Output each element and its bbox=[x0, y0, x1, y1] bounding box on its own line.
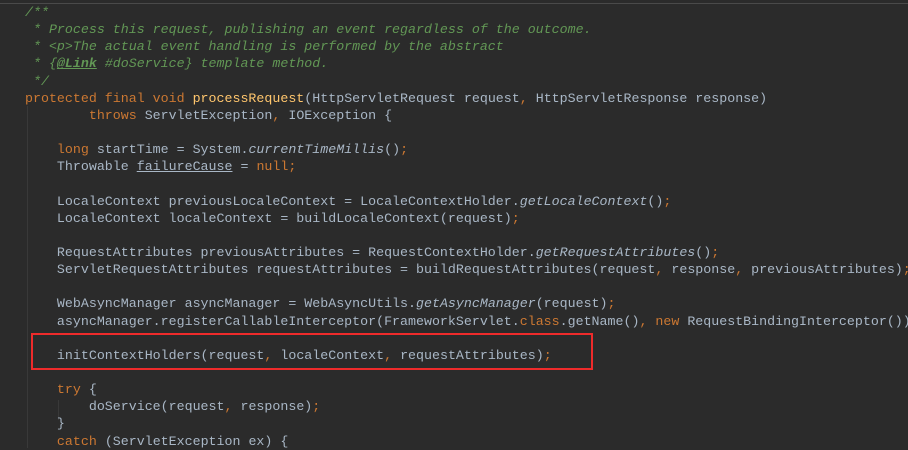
code-line: * {@Link #doService} template method. bbox=[25, 55, 908, 72]
code-token: ; bbox=[400, 142, 409, 158]
code-line: ServletRequestAttributes requestAttribut… bbox=[25, 261, 908, 278]
code-token: ; bbox=[903, 262, 908, 277]
code-token: response bbox=[671, 262, 736, 278]
code-token: RequestBindingInterceptor()) bbox=[687, 313, 908, 329]
code-token: /** bbox=[25, 5, 49, 20]
code-token: LocaleContext previousLocaleContext = Lo… bbox=[25, 193, 520, 209]
code-token: = bbox=[232, 159, 257, 175]
code-token: () bbox=[384, 142, 401, 158]
code-token: null; bbox=[256, 159, 297, 175]
code-line: protected final void processRequest(Http… bbox=[25, 90, 908, 107]
code-line: LocaleContext localeContext = buildLocal… bbox=[25, 210, 908, 227]
code-token: Throwable bbox=[25, 159, 137, 175]
code-line: throws ServletException, IOException { bbox=[25, 107, 908, 124]
code-token: IOException { bbox=[288, 107, 393, 123]
code-token: } bbox=[25, 416, 65, 432]
code-line: RequestAttributes previousAttributes = R… bbox=[25, 244, 908, 261]
code-token: , bbox=[655, 262, 672, 278]
code-token: #doService} template method. bbox=[96, 56, 329, 72]
code-token: ; bbox=[711, 244, 720, 260]
code-token: ServletRequestAttributes requestAttribut… bbox=[25, 262, 656, 278]
code-token: , new bbox=[639, 313, 688, 329]
code-token: asyncManager.registerCallableInterceptor… bbox=[25, 313, 520, 329]
code-token: previousAttributes) bbox=[751, 262, 903, 278]
code-line: * Process this request, publishing an ev… bbox=[25, 21, 908, 38]
code-token: , bbox=[272, 107, 289, 123]
code-token: () bbox=[695, 244, 712, 260]
code-line: catch (ServletException ex) { bbox=[25, 433, 908, 450]
code-line: } bbox=[25, 415, 908, 432]
code-token: ; bbox=[663, 193, 672, 209]
code-token: try bbox=[56, 382, 89, 398]
code-token: getLocaleContext bbox=[519, 193, 648, 209]
code-token: , bbox=[735, 262, 752, 278]
code-line: WebAsyncManager asyncManager = WebAsyncU… bbox=[25, 295, 908, 312]
code-token: getAsyncManager bbox=[416, 296, 536, 312]
code-token: (ServletException ex) { bbox=[104, 433, 289, 449]
code-token: doService(request bbox=[25, 399, 225, 415]
code-token: (HttpServletRequest request bbox=[304, 90, 520, 106]
code-token: , bbox=[519, 90, 536, 106]
code-token: @Link bbox=[56, 56, 97, 72]
code-token: catch bbox=[56, 433, 105, 449]
code-token: ; bbox=[511, 210, 520, 226]
code-token: startTime = System. bbox=[96, 142, 249, 158]
code-line: asyncManager.registerCallableInterceptor… bbox=[25, 313, 908, 330]
code-token: * { bbox=[25, 56, 57, 72]
code-token: currentTimeMillis bbox=[248, 142, 385, 158]
code-token: () bbox=[647, 193, 664, 209]
code-token: throws bbox=[88, 107, 145, 123]
code-token: long bbox=[56, 142, 97, 158]
code-token: ; bbox=[312, 399, 321, 415]
code-token: getRequestAttributes bbox=[535, 244, 696, 260]
code-token: class bbox=[519, 313, 560, 329]
code-token: LocaleContext localeContext = buildLocal… bbox=[25, 210, 512, 226]
code-editor[interactable]: /** * Process this request, publishing a… bbox=[25, 4, 908, 450]
code-token: processRequest bbox=[192, 90, 305, 106]
code-token: WebAsyncManager asyncManager = WebAsyncU… bbox=[25, 296, 416, 312]
code-token: response) bbox=[240, 399, 313, 415]
code-line: long startTime = System.currentTimeMilli… bbox=[25, 141, 908, 158]
code-line: try { bbox=[25, 381, 908, 398]
code-token: failureCause bbox=[136, 159, 233, 175]
code-token: * <p>The actual event handling is perfor… bbox=[25, 39, 504, 55]
code-token: */ bbox=[25, 73, 49, 89]
code-token: RequestAttributes previousAttributes = R… bbox=[25, 244, 536, 260]
code-line: Throwable failureCause = null; bbox=[25, 158, 908, 175]
code-token: * Process this request, publishing an ev… bbox=[25, 22, 592, 38]
code-line: */ bbox=[25, 73, 908, 90]
code-token: HttpServletResponse response) bbox=[535, 90, 768, 106]
code-token: ServletException bbox=[144, 107, 273, 123]
highlight-annotation-box bbox=[31, 333, 593, 370]
code-token: (request) bbox=[535, 296, 608, 312]
code-token: { bbox=[88, 382, 97, 398]
code-line: /** bbox=[25, 4, 908, 21]
code-line: doService(request, response); bbox=[25, 398, 908, 415]
code-token: , bbox=[224, 399, 241, 415]
code-token: ; bbox=[607, 296, 616, 312]
code-line: LocaleContext previousLocaleContext = Lo… bbox=[25, 193, 908, 210]
code-token: .getName() bbox=[559, 313, 640, 329]
code-line: * <p>The actual event handling is perfor… bbox=[25, 38, 908, 55]
code-token: protected final void bbox=[25, 90, 193, 106]
